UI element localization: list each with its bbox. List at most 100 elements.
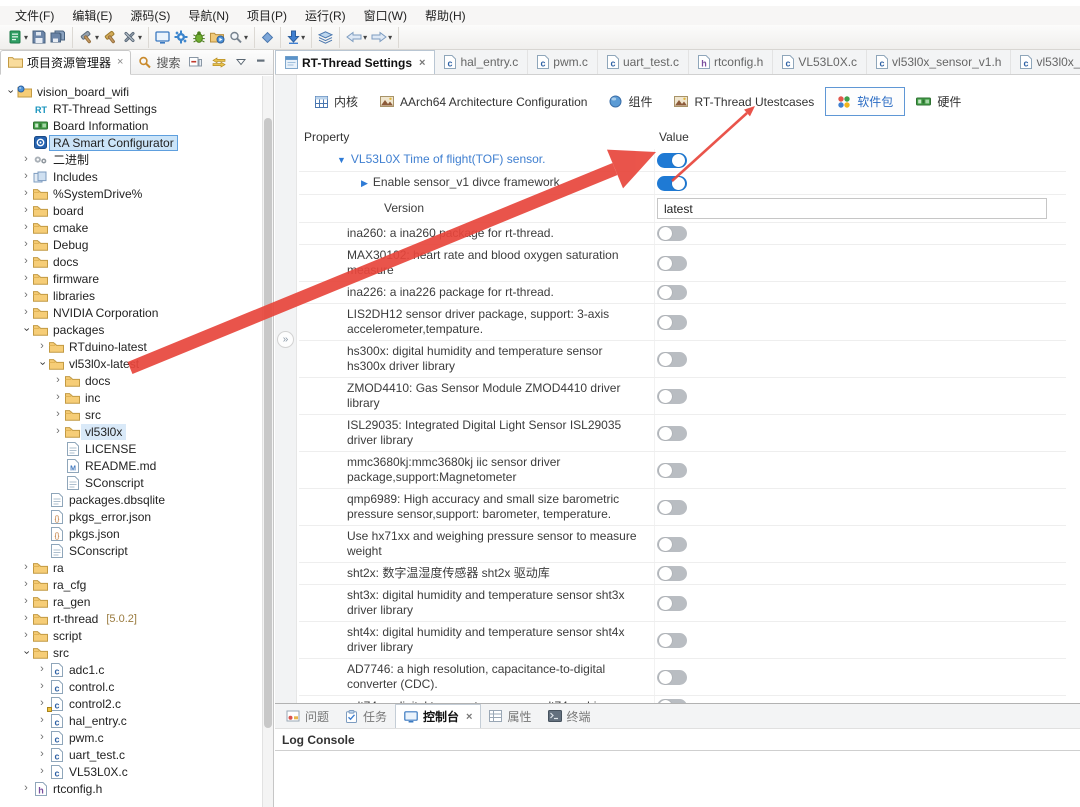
tree-item-debug[interactable]: ›Debug — [0, 236, 262, 253]
tree-item-adc1-c[interactable]: ›cadc1.c — [0, 661, 262, 678]
tab-components[interactable]: 组件 — [598, 88, 663, 115]
console-tab-terminal[interactable]: 终端 — [540, 704, 599, 728]
tree-item-control2-c[interactable]: ›ccontrol2.c — [0, 695, 262, 712]
tree-item-control-c[interactable]: ›ccontrol.c — [0, 678, 262, 695]
tree-item-vl53l0x-c[interactable]: ›cVL53L0X.c — [0, 763, 262, 780]
collapse-chevron-icon[interactable]: › — [21, 647, 32, 659]
tree-item-docs[interactable]: ›docs — [0, 372, 262, 389]
forward-arrow-button[interactable]: ▾ — [369, 30, 394, 44]
table-row[interactable]: ▼VL53L0X Time of flight(TOF) sensor. — [299, 149, 1066, 172]
table-row[interactable]: qmp6989: High accuracy and small size ba… — [299, 489, 1066, 526]
package-toggle-off[interactable] — [657, 256, 687, 271]
dropdown-caret-icon[interactable]: ▾ — [95, 33, 99, 42]
tree-item-vl53l0x-latest[interactable]: ›vl53l0x-latest — [0, 355, 262, 372]
tree-item-binary[interactable]: ›二进制 — [0, 151, 262, 168]
expand-chevron-icon[interactable]: › — [20, 239, 32, 250]
package-toggle-off[interactable] — [657, 389, 687, 404]
expand-triangle-icon[interactable]: ▶ — [361, 178, 368, 188]
expand-chevron-icon[interactable]: › — [20, 290, 32, 301]
package-toggle-off[interactable] — [657, 426, 687, 441]
tree-item-src[interactable]: ›src — [0, 406, 262, 423]
console-tab-properties[interactable]: 属性 — [481, 704, 539, 728]
coverage-diamond-button[interactable] — [259, 30, 276, 45]
tree-item-rtduino-latest[interactable]: ›RTduino-latest — [0, 338, 262, 355]
menu-edit[interactable]: 编辑(E) — [63, 6, 121, 25]
editor-tab-vl53l0x-se[interactable]: cvl53l0x_se — [1011, 50, 1080, 74]
expand-chevron-icon[interactable]: › — [20, 205, 32, 216]
console-tab-console[interactable]: 控制台× — [395, 704, 481, 728]
tab-utestcases[interactable]: RT-Thread Utestcases — [663, 90, 825, 114]
expand-chevron-icon[interactable]: › — [20, 630, 32, 641]
table-row[interactable]: LIS2DH12 sensor driver package, support:… — [299, 304, 1066, 341]
expand-chevron-icon[interactable]: › — [20, 256, 32, 267]
new-button[interactable]: ▾ — [7, 29, 30, 45]
package-toggle-off[interactable] — [657, 226, 687, 241]
table-row[interactable]: ▶Enable sensor_v1 divce framework — [299, 172, 1066, 195]
layers-button[interactable] — [316, 30, 335, 45]
tree-item-packages-dbsqlite[interactable]: packages.dbsqlite — [0, 491, 262, 508]
package-toggle-on[interactable] — [657, 153, 687, 168]
console-tab-problems[interactable]: 问题 — [278, 704, 337, 728]
debug-bug-button[interactable] — [190, 29, 208, 45]
save-all-button[interactable] — [48, 29, 68, 45]
tree-item-cmake[interactable]: ›cmake — [0, 219, 262, 236]
tree-item-libraries[interactable]: ›libraries — [0, 287, 262, 304]
tree-item-systemdrive[interactable]: ›%SystemDrive% — [0, 185, 262, 202]
package-toggle-off[interactable] — [657, 352, 687, 367]
editor-tab-hal-entry-c[interactable]: chal_entry.c — [435, 50, 528, 74]
package-toggle-off[interactable] — [657, 596, 687, 611]
package-toggle-off[interactable] — [657, 463, 687, 478]
menu-navigate[interactable]: 导航(N) — [179, 6, 238, 25]
expand-chevron-icon[interactable]: › — [52, 409, 64, 420]
expand-chevron-icon[interactable]: › — [20, 154, 32, 165]
expand-chevron-icon[interactable]: › — [20, 596, 32, 607]
tree-item-src[interactable]: ›src — [0, 644, 262, 661]
package-toggle-off[interactable] — [657, 566, 687, 581]
dropdown-caret-icon[interactable]: ▾ — [24, 33, 28, 42]
table-row[interactable]: AD7746: a high resolution, capacitance-t… — [299, 659, 1066, 696]
tree-item-pwm-c[interactable]: ›cpwm.c — [0, 729, 262, 746]
dropdown-caret-icon[interactable]: ▾ — [363, 33, 367, 42]
expand-chevron-icon[interactable]: › — [20, 188, 32, 199]
package-toggle-off[interactable] — [657, 537, 687, 552]
table-row[interactable]: ina260: a ina260 package for rt-thread. — [299, 223, 1066, 245]
table-row[interactable]: ina226: a ina226 package for rt-thread. — [299, 282, 1066, 304]
table-row[interactable]: sht4x: digital humidity and temperature … — [299, 622, 1066, 659]
dropdown-caret-icon[interactable]: ▾ — [138, 33, 142, 42]
expand-chevron-icon[interactable]: › — [20, 562, 32, 573]
tree-item-ra-gen[interactable]: ›ra_gen — [0, 593, 262, 610]
table-row[interactable]: Versionlatest — [299, 195, 1066, 223]
table-row[interactable]: ISL29035: Integrated Digital Light Senso… — [299, 415, 1066, 452]
back-arrow-button[interactable]: ▾ — [344, 30, 369, 44]
package-toggle-off[interactable] — [657, 315, 687, 330]
scrollbar-thumb[interactable] — [264, 118, 272, 728]
search-button[interactable]: ▾ — [227, 30, 250, 45]
editor-tab-uart-test-c[interactable]: cuart_test.c — [598, 50, 689, 74]
table-row[interactable]: ZMOD4410: Gas Sensor Module ZMOD4410 dri… — [299, 378, 1066, 415]
menu-file[interactable]: 文件(F) — [6, 6, 63, 25]
tab-kernel[interactable]: 内核 — [304, 88, 369, 115]
tree-item-sconscript[interactable]: SConscript — [0, 542, 262, 559]
tree-item-board-information[interactable]: Board Information — [0, 117, 262, 134]
tree-item-hal-entry-c[interactable]: ›chal_entry.c — [0, 712, 262, 729]
tree-item-uart-test-c[interactable]: ›cuart_test.c — [0, 746, 262, 763]
table-row[interactable]: adt74xx: digital temperature sensor adt7… — [299, 696, 1066, 703]
tree-item-includes[interactable]: ›Includes — [0, 168, 262, 185]
table-row[interactable]: mmc3680kj:mmc3680kj iic sensor driver pa… — [299, 452, 1066, 489]
build-project-hammer-button[interactable] — [101, 29, 120, 45]
dropdown-caret-icon[interactable]: ▾ — [388, 33, 392, 42]
tab-aarch64[interactable]: AArch64 Architecture Configuration — [369, 90, 598, 114]
expand-chevron-icon[interactable]: › — [36, 766, 48, 777]
expand-chevron-icon[interactable]: › — [52, 375, 64, 386]
tree-item-board[interactable]: ›board — [0, 202, 262, 219]
run-config-button[interactable] — [208, 30, 227, 45]
editor-tab-rtconfig-h[interactable]: hrtconfig.h — [689, 50, 773, 74]
tree-item-rt-thread-settings[interactable]: RTRT-Thread Settings — [0, 100, 262, 117]
collapse-chevron-icon[interactable]: › — [21, 324, 32, 336]
editor-tab-vl53l0x-sensor-v1-h[interactable]: cvl53l0x_sensor_v1.h — [867, 50, 1011, 74]
dropdown-caret-icon[interactable]: ▾ — [301, 33, 305, 42]
tree-item-ra-smart-configurator[interactable]: RA Smart Configurator — [0, 134, 262, 151]
table-row[interactable]: sht2x: 数字温湿度传感器 sht2x 驱动库 — [299, 563, 1066, 585]
expand-chevron-icon[interactable]: › — [20, 273, 32, 284]
close-icon[interactable]: × — [466, 711, 472, 723]
